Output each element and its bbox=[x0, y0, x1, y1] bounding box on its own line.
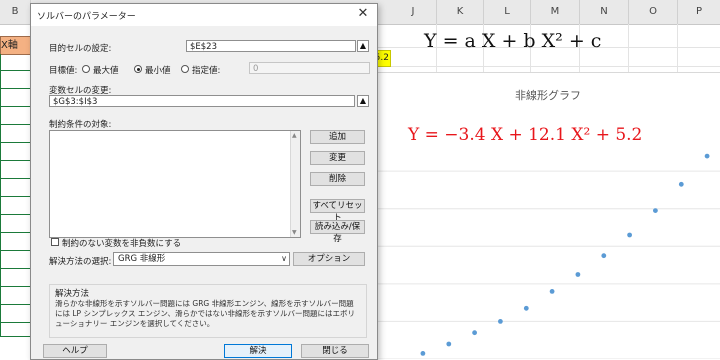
dialog-title: ソルバーのパラメーター bbox=[37, 12, 136, 22]
close-icon[interactable]: ✕ bbox=[355, 6, 371, 22]
radio-min-label[interactable]: 最小値 bbox=[145, 64, 171, 76]
scroll-up-icon[interactable]: ▲ bbox=[292, 132, 297, 139]
help-button[interactable]: ヘルプ bbox=[43, 344, 107, 358]
general-formula: Y = a X + b X² + c bbox=[424, 30, 602, 52]
data-point[interactable] bbox=[523, 305, 529, 311]
column-header-m[interactable]: M bbox=[531, 0, 580, 24]
general-formula-text: Y = a X + b X² + c bbox=[424, 30, 601, 52]
solving-method-label: 解決方法の選択: bbox=[49, 257, 112, 267]
data-point[interactable] bbox=[472, 330, 477, 336]
data-point[interactable] bbox=[678, 181, 684, 187]
close-button[interactable]: 閉じる bbox=[301, 344, 369, 358]
radio-max[interactable] bbox=[82, 65, 90, 73]
column-header-b[interactable]: B bbox=[0, 0, 31, 24]
options-button[interactable]: オプション bbox=[293, 252, 365, 266]
variable-range-picker-button[interactable]: ▲ bbox=[357, 95, 369, 107]
delete-constraint-button[interactable]: 削除 bbox=[310, 172, 365, 186]
data-point[interactable] bbox=[575, 272, 581, 277]
nonnegative-checkbox[interactable] bbox=[51, 238, 59, 246]
radio-min[interactable] bbox=[134, 65, 142, 73]
solving-method-description: 滑らかな非線形を示すソルバー問題には GRG 非線形エンジン、線形を示すソルバー… bbox=[55, 299, 355, 328]
change-constraint-button[interactable]: 変更 bbox=[310, 151, 365, 165]
objective-label: 目的セルの設定: bbox=[49, 44, 112, 54]
grid-line bbox=[376, 66, 720, 67]
radio-max-label[interactable]: 最大値 bbox=[93, 64, 119, 76]
collapse-arrow-icon: ▲ bbox=[359, 41, 367, 50]
solving-method-select[interactable]: GRG 非線形 ∨ bbox=[113, 252, 290, 266]
data-point[interactable] bbox=[601, 253, 607, 259]
solver-parameters-dialog: ソルバーのパラメーター ✕ 目的セルの設定: $E$23 ▲ 目標値: 最大値 … bbox=[30, 3, 378, 360]
chart-title[interactable]: 非線形グラフ bbox=[376, 87, 720, 103]
column-header-n[interactable]: N bbox=[580, 0, 629, 24]
data-point[interactable] bbox=[498, 319, 503, 324]
data-point[interactable] bbox=[549, 289, 555, 294]
chart-plot-area bbox=[376, 153, 720, 359]
constraints-list[interactable]: ▲ ▼ bbox=[49, 130, 301, 238]
data-point[interactable] bbox=[653, 208, 658, 214]
data-point[interactable] bbox=[446, 341, 452, 347]
objective-cell-input[interactable]: $E$23 bbox=[186, 40, 356, 52]
variable-cells-input[interactable]: $G$3:$I$3 bbox=[49, 95, 355, 107]
scatter-chart[interactable]: 非線形グラフ Y = −3.4 X + 12.1 X² + 5.2 bbox=[376, 72, 720, 359]
data-point[interactable] bbox=[420, 351, 426, 356]
data-point[interactable] bbox=[627, 232, 632, 238]
load-save-button[interactable]: 読み込み/保存 bbox=[310, 220, 365, 244]
fitted-equation-label[interactable]: Y = −3.4 X + 12.1 X² + 5.2 bbox=[408, 125, 642, 145]
constraints-scrollbar[interactable]: ▲ ▼ bbox=[290, 131, 300, 237]
solving-method-value: GRG 非線形 bbox=[118, 254, 166, 264]
reset-all-button[interactable]: すべてリセット bbox=[310, 199, 365, 223]
data-point[interactable] bbox=[704, 153, 710, 159]
add-constraint-button[interactable]: 追加 bbox=[310, 130, 365, 144]
column-header-o[interactable]: O bbox=[629, 0, 678, 24]
objective-range-picker-button[interactable]: ▲ bbox=[357, 40, 369, 52]
radio-value-of-label[interactable]: 指定値: bbox=[192, 64, 220, 76]
constraints-label: 制約条件の対象: bbox=[49, 120, 112, 130]
scroll-down-icon[interactable]: ▼ bbox=[292, 229, 297, 236]
chevron-down-icon[interactable]: ∨ bbox=[281, 253, 287, 265]
solving-method-group-label: 解決方法 bbox=[55, 289, 90, 299]
target-value-input[interactable]: 0 bbox=[249, 62, 370, 74]
solve-button[interactable]: 解決 bbox=[224, 344, 292, 358]
collapse-arrow-icon: ▲ bbox=[359, 96, 367, 105]
radio-value-of[interactable] bbox=[181, 65, 189, 73]
column-header-l[interactable]: L bbox=[484, 0, 531, 24]
column-header-j[interactable]: J bbox=[390, 0, 437, 24]
nonnegative-label[interactable]: 制約のない変数を非負数にする bbox=[62, 237, 181, 249]
column-header-k[interactable]: K bbox=[437, 0, 484, 24]
target-label: 目標値: bbox=[49, 66, 78, 76]
dialog-titlebar[interactable]: ソルバーのパラメーター ✕ bbox=[31, 4, 377, 26]
column-header-p[interactable]: P bbox=[678, 0, 720, 24]
